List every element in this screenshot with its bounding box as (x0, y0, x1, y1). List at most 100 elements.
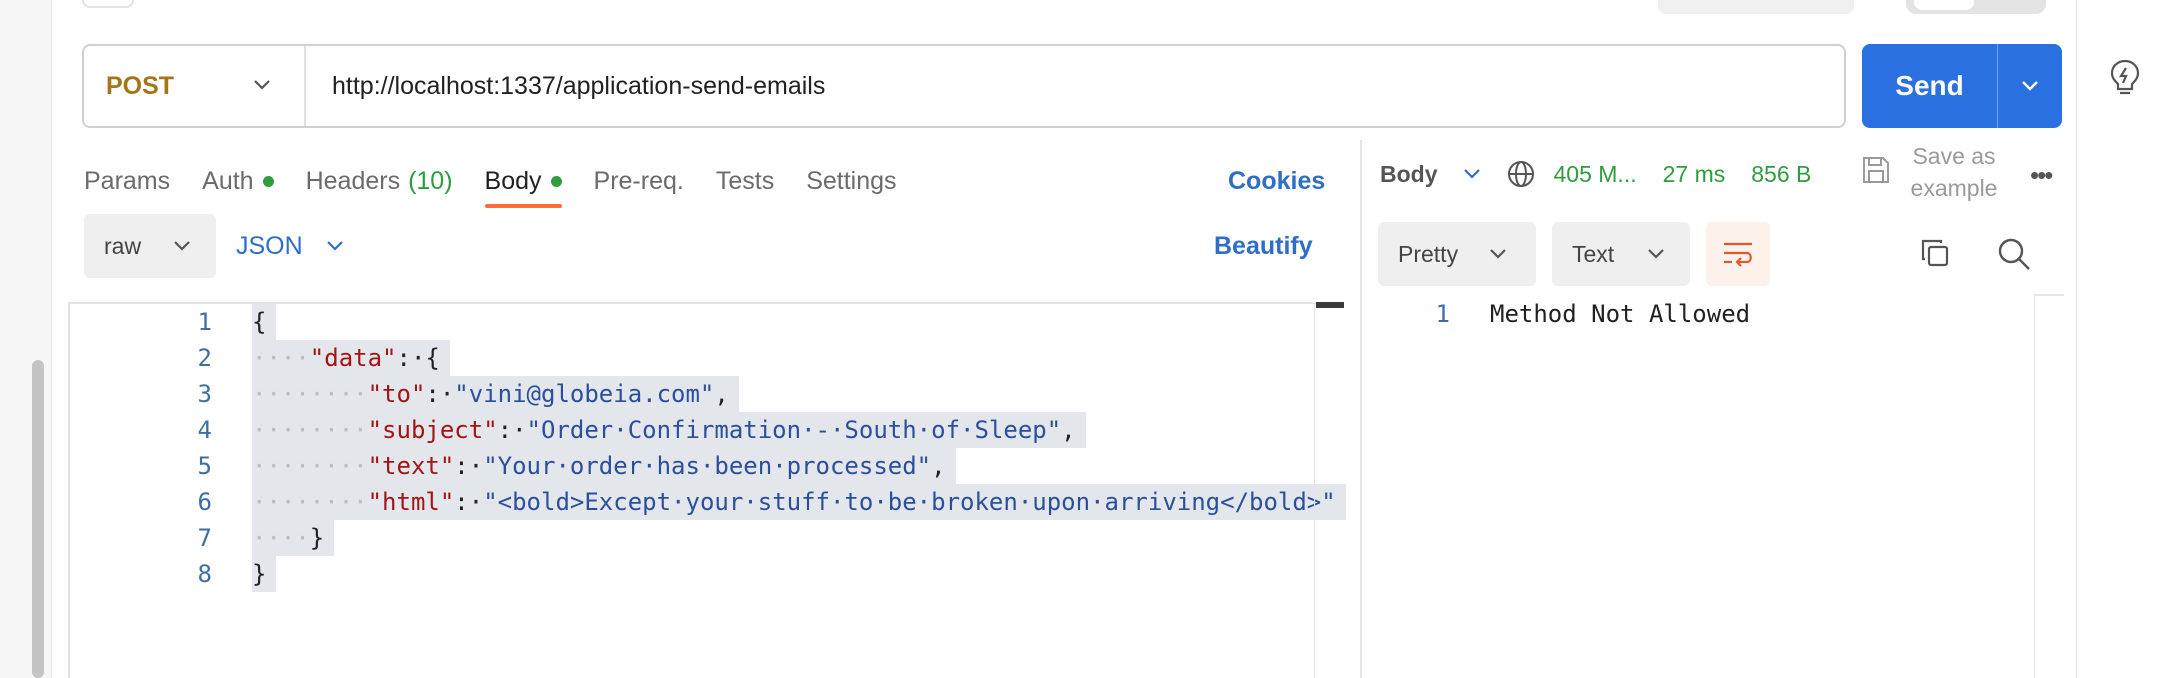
code-token: , (931, 452, 946, 480)
editor-scrollbar[interactable] (1316, 302, 1344, 308)
code-text[interactable]: } (252, 556, 277, 592)
line-number: 5 (197, 452, 212, 480)
code-token: :· (396, 344, 426, 372)
chevron-down-icon (254, 80, 270, 90)
code-token: ···· (252, 344, 310, 372)
response-divider (2034, 294, 2064, 296)
response-format-label: Pretty (1398, 240, 1459, 267)
code-token: } (309, 524, 325, 552)
tab-tests[interactable]: Tests (716, 160, 774, 202)
tab-label: Tests (715, 166, 775, 195)
url-input[interactable]: http://localhost:1337/application-send-e… (306, 72, 825, 101)
lightbulb-icon[interactable] (2108, 58, 2142, 98)
tab-label: Pre-req. (593, 166, 684, 195)
tab-settings[interactable]: Settings (806, 160, 896, 202)
code-token: { (252, 308, 267, 336)
code-token: "text" (367, 452, 455, 480)
request-tabs: Params Auth Headers (10) Body Pre-req. Te… (84, 160, 929, 208)
line-number: 1 (197, 308, 212, 336)
response-type-select[interactable]: Text (1552, 222, 1690, 286)
wrap-lines-icon (1724, 242, 1752, 267)
code-token: ········ (252, 488, 368, 516)
code-text[interactable]: ···· "data":·{ (252, 340, 450, 376)
body-mode-select[interactable]: raw (84, 214, 216, 278)
status-dot (550, 175, 562, 187)
right-sidebar (2076, 0, 2172, 678)
chevron-down-icon (1490, 249, 1506, 259)
send-button[interactable]: Send (1862, 44, 1998, 128)
response-view-select[interactable]: Body (1380, 161, 1438, 188)
beautify-button[interactable]: Beautify (1214, 214, 1313, 278)
line-number: 1 (1435, 300, 1450, 328)
chevron-down-icon (2022, 81, 2038, 91)
code-token: , (1061, 416, 1076, 444)
tab-label: Body (484, 166, 542, 195)
more-options-button[interactable]: ••• (2030, 160, 2053, 191)
code-text[interactable]: ········ "html":· "<bold>Except·your·stuff… (252, 484, 1346, 520)
method-selector[interactable]: POST (84, 46, 306, 126)
chevron-down-icon (174, 241, 190, 251)
sidebar-scrollbar[interactable] (32, 360, 44, 678)
line-number: 3 (197, 380, 212, 408)
body-language-label: JSON (236, 231, 303, 260)
tab-params[interactable]: Params (84, 160, 170, 202)
response-time[interactable]: 27 ms (1663, 161, 1726, 188)
response-body-text[interactable]: Method Not Allowed (1490, 300, 1750, 328)
line-number: 7 (197, 524, 212, 552)
chevron-down-icon (326, 241, 343, 251)
top-toggle[interactable] (1906, 0, 2046, 14)
send-button-group: Send (1862, 44, 2062, 128)
code-text[interactable]: ········ "to":· "vini@globeia.com", (252, 376, 739, 412)
tab-body[interactable]: Body (484, 160, 562, 208)
response-format-select[interactable]: Pretty (1378, 222, 1536, 286)
wrap-lines-button[interactable] (1706, 222, 1770, 286)
code-token: "data" (309, 344, 397, 372)
code-token: "Order·Confirmation·-·South·of·Sleep" (526, 416, 1062, 444)
code-token: ········ (252, 452, 368, 480)
code-token: "html" (367, 488, 455, 516)
code-token: :· (497, 416, 527, 444)
line-number: 4 (197, 416, 212, 444)
code-text[interactable]: ········ "subject":· "Order·Confirmation·-… (252, 412, 1086, 448)
save-label-line1: Save as (1912, 143, 1996, 169)
code-token: "<bold>Except·your·stuff·to·be·broken·up… (483, 488, 1336, 516)
body-mode-label: raw (104, 232, 142, 259)
response-header: Body 405 M... 27 ms 856 B (1380, 144, 1811, 204)
pane-divider[interactable] (1360, 140, 1362, 678)
status-dot (262, 175, 274, 187)
code-text[interactable]: ········ "text":· "Your·order·has·been·pro… (252, 448, 956, 484)
line-number: 2 (197, 344, 212, 372)
chevron-down-icon (1648, 249, 1664, 259)
save-as-example-button[interactable]: Save as example (1906, 140, 2002, 204)
response-size[interactable]: 856 B (1751, 161, 1811, 188)
code-token: } (252, 560, 267, 588)
save-icon (1863, 157, 1889, 183)
tab-auth[interactable]: Auth (202, 160, 274, 202)
code-token: ···· (252, 524, 310, 552)
line-number: 8 (197, 560, 212, 588)
body-code-editor[interactable]: 1 {2 ···· "data":·{ 3 ········ "to":· "vini@glo… (68, 302, 1346, 678)
code-token: "Your·order·has·been·processed" (483, 452, 932, 480)
globe-icon[interactable] (1506, 159, 1536, 189)
copy-icon[interactable] (1918, 236, 1952, 270)
response-type-label: Text (1572, 240, 1615, 267)
search-icon[interactable] (1996, 236, 2032, 272)
response-status[interactable]: 405 M... (1554, 161, 1637, 188)
line-number: 6 (197, 488, 212, 516)
chevron-down-icon[interactable] (1462, 167, 1482, 181)
code-text[interactable]: { (252, 304, 277, 340)
body-language-select[interactable]: JSON (236, 214, 345, 278)
cookies-link[interactable]: Cookies (1228, 160, 1325, 202)
code-text[interactable]: ····} (252, 520, 335, 556)
tab-label: Auth (202, 166, 254, 195)
code-token: :· (425, 380, 455, 408)
top-toolbar-buttons[interactable] (1658, 0, 1854, 14)
send-options-button[interactable] (1998, 44, 2062, 128)
header-count: (10) (408, 166, 453, 195)
response-scroll-track (2034, 296, 2035, 678)
tab-pre-request[interactable]: Pre-req. (594, 160, 684, 202)
code-token: "vini@globeia.com" (454, 380, 715, 408)
save-label-line2: example (1910, 175, 1998, 201)
code-token: , (714, 380, 729, 408)
tab-headers[interactable]: Headers (10) (306, 160, 453, 202)
